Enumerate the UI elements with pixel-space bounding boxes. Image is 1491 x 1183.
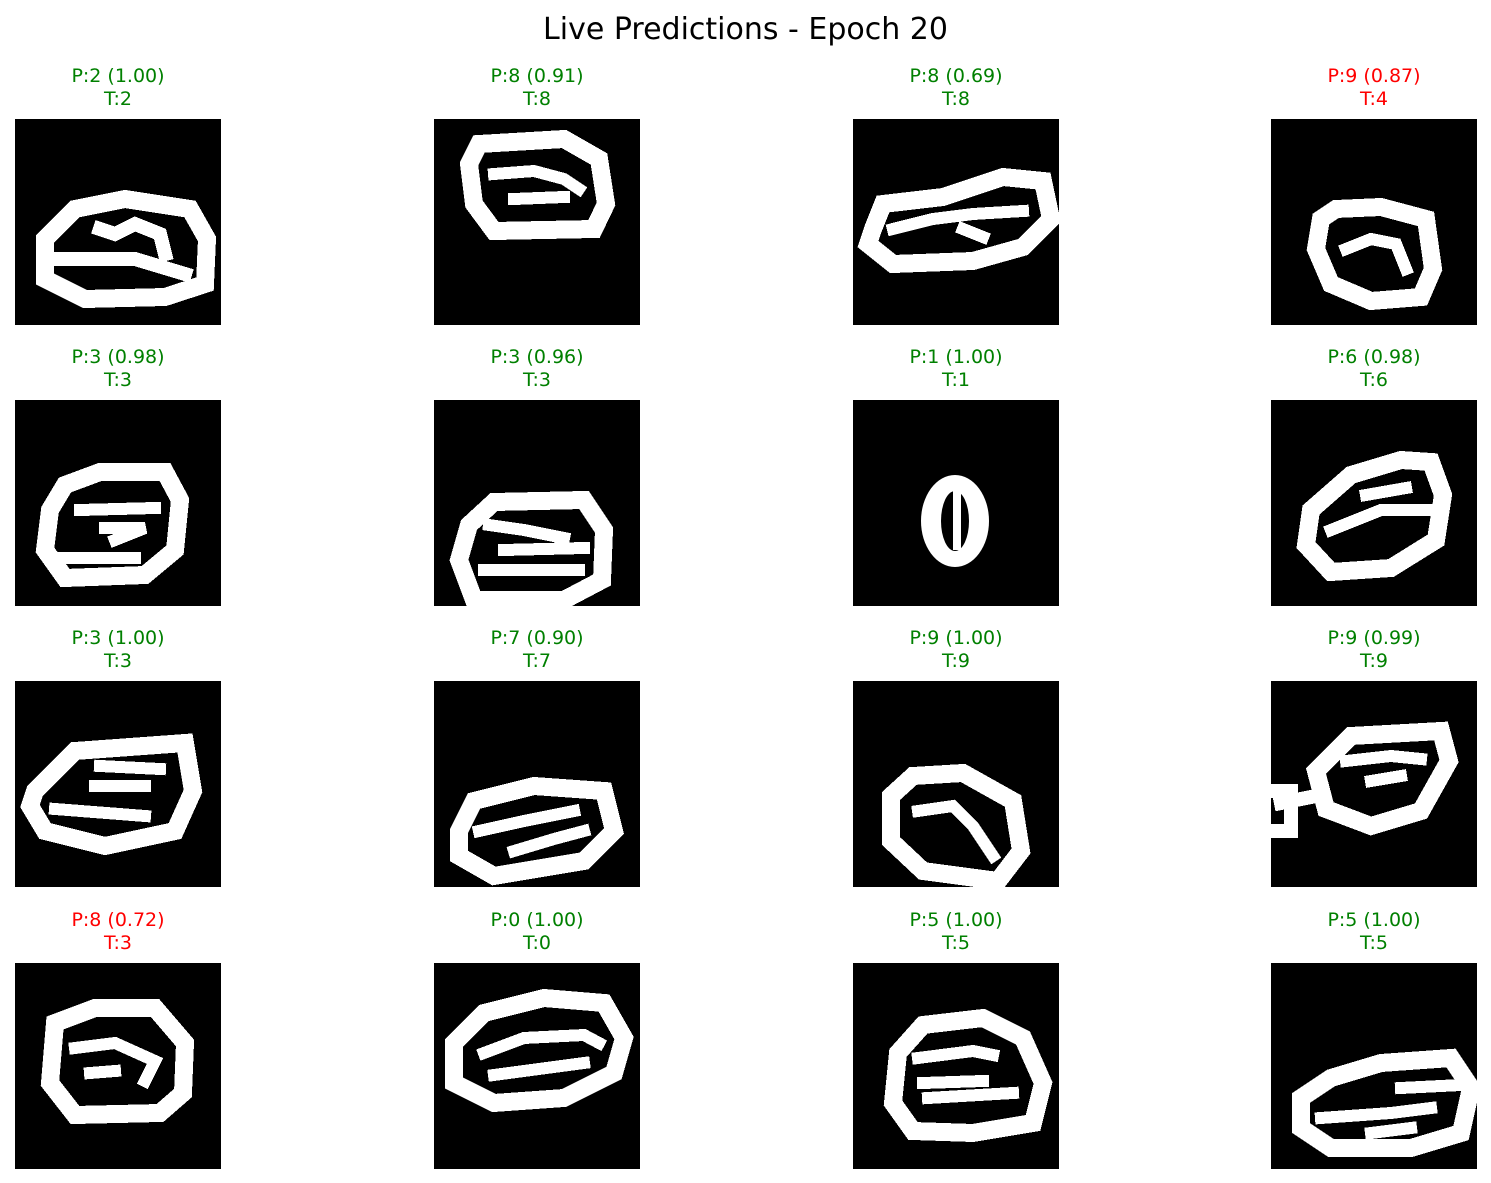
prediction-label: P:0 (1.00) [490,909,584,931]
truth-label: T:6 [1359,369,1388,391]
truth-label: T:3 [103,932,132,954]
prediction-label: P:8 (0.91) [490,65,584,87]
digit-image [434,963,640,1169]
digit-image [1271,963,1477,1169]
prediction-label: P:9 (0.99) [1327,627,1421,649]
prediction-label: P:6 (0.98) [1327,346,1421,368]
digit-image [15,400,221,606]
prediction-label: P:7 (0.90) [490,627,584,649]
prediction-label: P:8 (0.69) [909,65,1003,87]
truth-label: T:4 [1359,88,1388,110]
prediction-label: P:5 (1.00) [909,909,1003,931]
digit-image [434,400,640,606]
truth-label: T:2 [103,88,132,110]
digit-image [1271,681,1477,887]
prediction-label: P:9 (1.00) [909,627,1003,649]
prediction-label: P:2 (1.00) [71,65,165,87]
truth-label: T:5 [941,932,970,954]
digit-image [853,119,1059,325]
prediction-label: P:3 (0.98) [71,346,165,368]
prediction-label: P:5 (1.00) [1327,909,1421,931]
digit-image [434,119,640,325]
digit-image [1271,400,1477,606]
truth-label: T:3 [103,369,132,391]
digit-image [1271,119,1477,325]
truth-label: T:9 [941,650,970,672]
digit-image [15,681,221,887]
truth-label: T:0 [522,932,551,954]
digit-image [15,119,221,325]
digit-image [853,681,1059,887]
prediction-label: P:9 (0.87) [1327,65,1421,87]
truth-label: T:9 [1359,650,1388,672]
figure-title: Live Predictions - Epoch 20 [543,12,948,47]
prediction-label: P:8 (0.72) [71,909,165,931]
prediction-label: P:3 (1.00) [71,627,165,649]
truth-label: T:7 [522,650,551,672]
truth-label: T:5 [1359,932,1388,954]
digit-image [15,963,221,1169]
truth-label: T:8 [522,88,551,110]
prediction-label: P:1 (1.00) [909,346,1003,368]
digit-image [853,963,1059,1169]
truth-label: T:3 [103,650,132,672]
digit-image [853,400,1059,606]
digit-image [434,681,640,887]
truth-label: T:3 [522,369,551,391]
truth-label: T:1 [941,369,970,391]
truth-label: T:8 [941,88,970,110]
prediction-label: P:3 (0.96) [490,346,584,368]
